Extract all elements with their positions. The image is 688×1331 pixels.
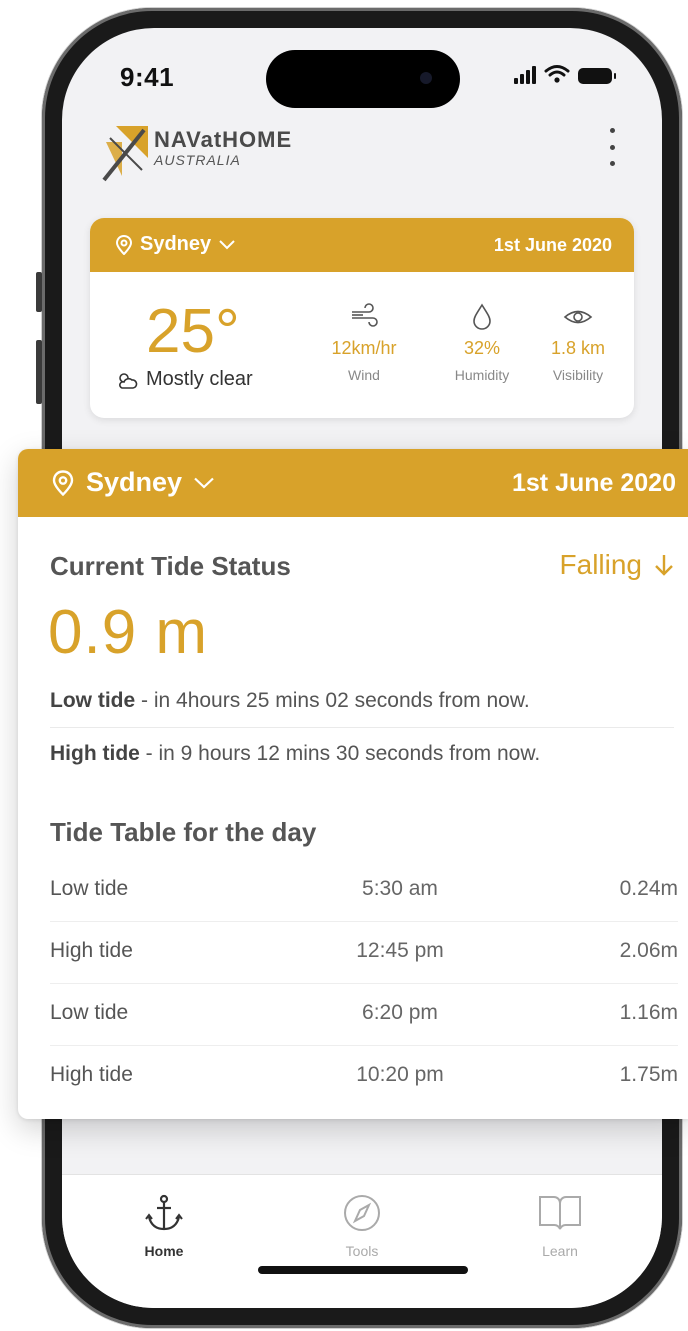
tide-height: 2.06m [619,939,678,962]
more-menu-button[interactable] [606,128,618,166]
temperature: 25° [146,297,240,366]
tide-time: 5:30 am [362,877,438,900]
weather-card-header: Sydney 1st June 2020 [90,218,634,272]
home-indicator [258,1266,468,1274]
tide-height: 0.24m [619,877,678,900]
wind-label: Wind [348,367,380,383]
bottom-tab-bar: Home Tools Learn [62,1174,662,1308]
humidity-value: 32% [463,338,501,358]
tide-card-header: Sydney 1st June 2020 [18,449,688,517]
divider [50,727,674,728]
wind-stat: 12km/hr Wind [314,302,414,383]
wifi-icon [544,65,570,83]
droplet-icon [473,303,491,330]
tide-location-selector[interactable]: Sydney [52,467,214,498]
weather-card: Sydney 1st June 2020 25° Mostly clear 12… [90,218,634,418]
visibility-label: Visibility [552,367,604,383]
camera-icon [420,72,432,84]
status-bar: 9:41 [62,28,662,108]
tide-type: Low tide [50,1001,129,1024]
wind-value: 12km/hr [331,338,397,358]
partly-sunny-icon [119,372,138,389]
book-icon [539,1196,581,1230]
visibility-value: 1.8 km [550,338,606,358]
table-row: Low tide 6:20 pm 1.16m [50,983,678,1046]
tab-home-label: Home [144,1243,184,1259]
humidity-label: Humidity [454,367,510,383]
battery-icon [578,68,616,84]
weather-date: 1st June 2020 [493,235,612,255]
weather-city: Sydney [140,233,212,255]
table-row: High tide 10:20 pm 1.75m [50,1045,678,1107]
tide-time: 6:20 pm [362,1001,438,1024]
tab-home[interactable]: Home [104,1193,224,1259]
current-tide-height: 0.9 m [48,598,209,667]
location-pin-icon [52,469,74,496]
tab-tools-label: Tools [345,1243,379,1259]
table-row: Low tide 5:30 am 0.24m [50,859,678,922]
anchor-icon [145,1194,183,1231]
tide-time: 10:20 pm [356,1063,444,1086]
high-tide-label: High tide [50,742,140,765]
tide-height: 1.75m [619,1063,678,1086]
compass-icon [344,1195,380,1231]
tide-time: 12:45 pm [356,939,444,962]
brand-subtitle: AUSTRALIA [154,152,241,168]
low-tide-label: Low tide [50,689,136,712]
high-tide-countdown: - in 9 hours 12 mins 30 seconds from now… [139,742,541,765]
next-low-tide: Low tide - in 4hours 25 mins 02 seconds … [50,689,530,713]
status-time: 9:41 [120,62,175,92]
eye-icon [563,310,593,324]
tide-city: Sydney [86,467,183,497]
location-pin-icon [116,234,132,255]
table-row: High tide 12:45 pm 2.06m [50,921,678,984]
tab-learn[interactable]: Learn [500,1193,620,1259]
wind-icon [352,303,378,327]
tide-type: High tide [50,1063,133,1086]
navathome-logo [102,126,148,182]
tide-height: 1.16m [619,1001,678,1024]
tide-type: High tide [50,939,133,962]
tide-trend-text: Falling [559,549,642,580]
phone-side-button [36,272,42,312]
dynamic-island [266,50,460,108]
tab-learn-label: Learn [542,1243,578,1259]
tab-tools[interactable]: Tools [302,1193,422,1259]
weather-location-selector[interactable]: Sydney [116,233,235,256]
chevron-down-icon [194,477,214,489]
next-high-tide: High tide - in 9 hours 12 mins 30 second… [50,742,540,766]
tide-card: Sydney 1st June 2020 Current Tide Status… [18,449,688,1119]
tide-table-title: Tide Table for the day [50,817,317,847]
tide-type: Low tide [50,877,129,900]
tide-date: 1st June 2020 [512,469,676,497]
brand-name: NAVatHOME [154,127,293,152]
app-header: NAVatHOME AUSTRALIA [102,124,642,214]
signal-icon [514,64,536,84]
condition-text: Mostly clear [146,368,253,390]
tide-trend: Falling [560,549,674,581]
tide-status-title: Current Tide Status [50,551,291,581]
phone-volume-up [36,340,42,404]
weather-condition: Mostly clear [116,368,253,391]
humidity-stat: 32% Humidity [432,302,532,383]
visibility-stat: 1.8 km Visibility [528,302,628,383]
status-icons [514,64,616,84]
arrow-down-icon [655,555,673,576]
chevron-down-icon [219,239,235,249]
low-tide-countdown: - in 4hours 25 mins 02 seconds from now. [135,689,530,712]
